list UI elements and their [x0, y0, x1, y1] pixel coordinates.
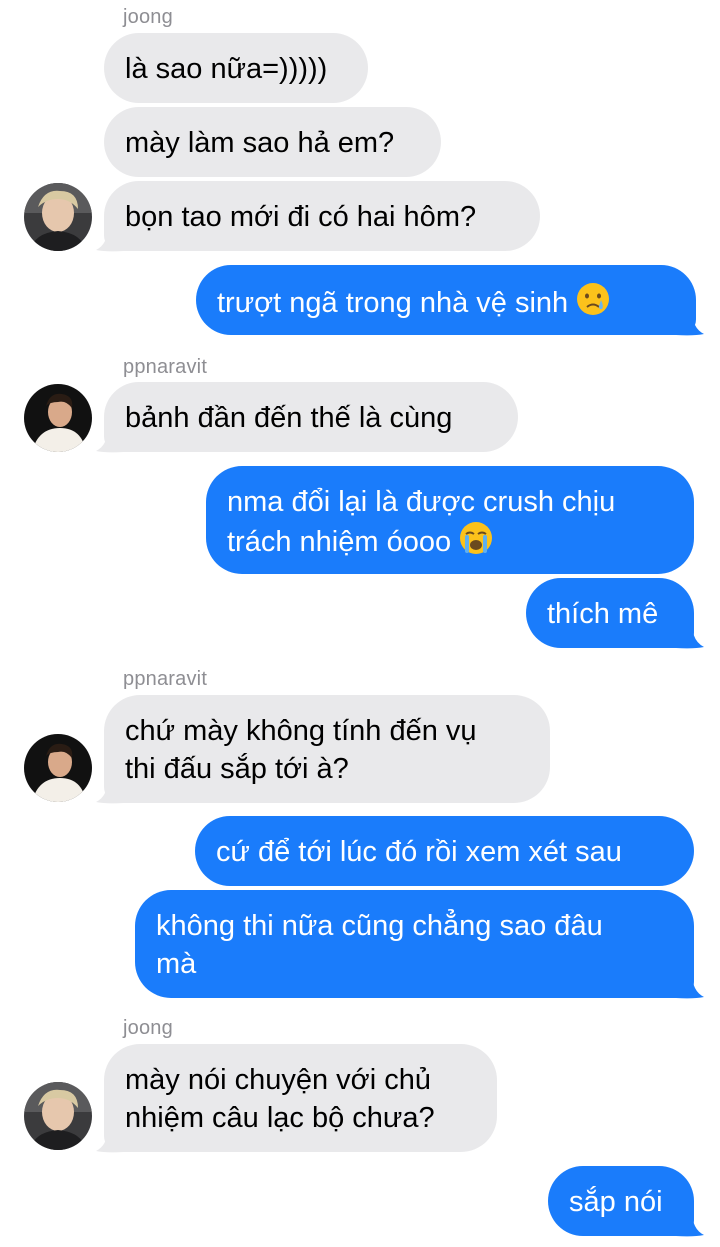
message-text: là sao nữa=)))))	[125, 53, 328, 85]
message-text: thích mê	[547, 598, 659, 630]
message-text: sắp nói	[569, 1186, 663, 1218]
message-text: cứ để tới lúc đó rồi xem xét sau	[216, 836, 622, 868]
incoming-message-bubble[interactable]: mày làm sao hả em?	[104, 107, 441, 177]
message-text-line: mà	[156, 948, 197, 980]
outgoing-message-bubble[interactable]: thích mê	[526, 578, 694, 648]
outgoing-message-bubble[interactable]: trượt ngã trong nhà vệ sinh	[196, 265, 696, 335]
outgoing-message-bubble[interactable]: cứ để tới lúc đó rồi xem xét sau	[195, 816, 694, 886]
message-text-line: chứ mày không tính đến vụ	[125, 715, 477, 747]
bubble-tail	[676, 973, 704, 999]
message-text: mày làm sao hả em?	[125, 127, 395, 159]
bubble-tail	[676, 623, 704, 649]
message-text: trượt ngã trong nhà vệ sinh	[217, 287, 569, 319]
outgoing-message-bubble[interactable]: nma đổi lại là được crush chịu trách nhi…	[206, 466, 694, 574]
crying-face-icon	[576, 282, 610, 326]
bubble-tail	[96, 1127, 124, 1153]
message-text-line: nma đổi lại là được crush chịu	[227, 486, 616, 518]
avatar-joong[interactable]	[24, 183, 92, 251]
message-text-line: trách nhiệm óooo	[227, 526, 452, 558]
incoming-message-bubble[interactable]: chứ mày không tính đến vụ thi đấu sắp tớ…	[104, 695, 550, 803]
outgoing-message-bubble[interactable]: không thi nữa cũng chẳng sao đâu mà	[135, 890, 694, 998]
incoming-message-bubble[interactable]: bọn tao mới đi có hai hôm?	[104, 181, 540, 251]
message-text-line: không thi nữa cũng chẳng sao đâu	[156, 910, 603, 942]
sender-name: ppnaravit	[123, 356, 208, 378]
avatar-ppnaravit[interactable]	[24, 384, 92, 452]
loudly-crying-face-icon	[459, 521, 493, 565]
incoming-message-bubble[interactable]: là sao nữa=)))))	[104, 33, 368, 103]
outgoing-message-bubble[interactable]: sắp nói	[548, 1166, 694, 1236]
sender-name: joong	[123, 1017, 173, 1039]
avatar-joong[interactable]	[24, 1082, 92, 1150]
incoming-message-bubble[interactable]: mày nói chuyện với chủ nhiệm câu lạc bộ …	[104, 1044, 497, 1152]
sender-name: joong	[123, 6, 173, 28]
sender-name: ppnaravit	[123, 668, 208, 690]
message-text-line: nhiệm câu lạc bộ chưa?	[125, 1102, 435, 1134]
incoming-message-bubble[interactable]: bảnh đần đến thế là cùng	[104, 382, 518, 452]
bubble-tail	[96, 427, 124, 453]
avatar-ppnaravit[interactable]	[24, 734, 92, 802]
message-text: bảnh đần đến thế là cùng	[125, 402, 453, 434]
message-text: bọn tao mới đi có hai hôm?	[125, 201, 477, 233]
message-text-line: mày nói chuyện với chủ	[125, 1064, 431, 1096]
bubble-tail	[96, 778, 124, 804]
message-text-line: thi đấu sắp tới à?	[125, 753, 349, 785]
bubble-tail	[676, 310, 704, 336]
bubble-tail	[676, 1211, 704, 1237]
bubble-tail	[96, 226, 124, 252]
